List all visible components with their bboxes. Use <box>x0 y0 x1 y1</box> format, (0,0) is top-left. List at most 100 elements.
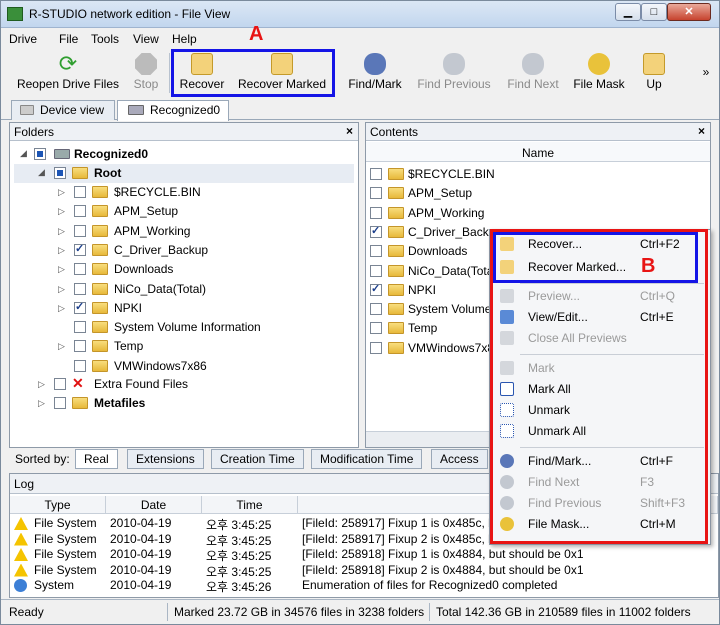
tree-folder-item[interactable]: ▷NPKI <box>14 299 354 318</box>
name-column-header[interactable]: Name <box>366 142 710 162</box>
expand-icon[interactable]: ▷ <box>38 398 45 409</box>
expand-icon[interactable]: ▷ <box>58 264 65 275</box>
menu-drive[interactable]: Drive <box>9 32 37 46</box>
tab-recognized0[interactable]: Recognized0 <box>117 100 229 121</box>
tree-folder-item[interactable]: ▷ Downloads <box>14 260 354 279</box>
log-col-date[interactable]: Date <box>106 496 202 514</box>
expand-icon[interactable]: ▷ <box>38 379 45 390</box>
checkbox[interactable] <box>370 187 382 200</box>
sort-tab-extensions[interactable]: Extensions <box>127 449 204 469</box>
tab-device-view[interactable]: Device view <box>11 100 115 120</box>
expand-icon[interactable]: ▷ <box>58 245 65 256</box>
checkbox[interactable] <box>370 168 382 180</box>
sort-tab-creation-time[interactable]: Creation Time <box>211 449 304 469</box>
log-col-time[interactable]: Time <box>202 496 298 514</box>
warning-icon <box>14 548 28 561</box>
content-item[interactable]: APM_Setup <box>368 184 708 203</box>
tree-folder-item[interactable]: ▷ $RECYCLE.BIN <box>14 183 354 202</box>
log-row[interactable]: File System 2010-04-19 오후 3:45:25 [FileId: … <box>10 547 716 563</box>
log-row[interactable]: System 2010-04-19 오후 3:45:26 Enumeration of… <box>10 578 716 594</box>
tree-folder-item[interactable]: System Volume Information <box>14 318 354 337</box>
expand-icon[interactable]: ▷ <box>58 284 65 295</box>
menu-help[interactable]: Help <box>172 32 197 46</box>
tree-folder-item[interactable]: ▷C_Driver_Backup <box>14 241 354 260</box>
sort-tab-real[interactable]: Real <box>75 449 118 469</box>
extra-found-icon: ✕ <box>72 375 84 391</box>
tree-folder-item[interactable]: VMWindows7x86 <box>14 357 354 376</box>
checkbox[interactable] <box>74 242 86 256</box>
checkbox[interactable] <box>74 263 86 276</box>
expand-icon[interactable]: ▷ <box>58 206 65 217</box>
checkbox[interactable] <box>370 341 382 354</box>
menu-file[interactable]: File <box>59 32 78 46</box>
checkbox[interactable] <box>370 245 382 258</box>
content-item[interactable]: $RECYCLE.BIN <box>368 165 708 184</box>
tree-folder-item[interactable]: ▷ NiCo_Data(Total) <box>14 280 354 299</box>
stop-button[interactable]: Stop <box>129 51 163 95</box>
folder-icon <box>388 303 404 316</box>
checkbox[interactable] <box>74 282 86 295</box>
reopen-drive-files-button[interactable]: ⟳ Reopen Drive Files <box>15 51 121 95</box>
up-button[interactable]: Up <box>641 51 667 95</box>
collapse-icon[interactable]: ◢ <box>38 167 45 178</box>
expand-icon[interactable]: ▷ <box>58 187 65 198</box>
checkbox[interactable] <box>370 264 382 277</box>
toolbar-separator <box>169 53 170 93</box>
close-button[interactable]: ✕ <box>667 3 711 21</box>
tree-extra-found-files[interactable]: ▷ ✕ Extra Found Files <box>14 375 354 394</box>
checkbox[interactable] <box>370 322 382 335</box>
file-mask-button[interactable]: File Mask <box>570 51 628 95</box>
device-icon <box>20 105 34 115</box>
sort-tab-access[interactable]: Access <box>431 449 488 469</box>
checkbox[interactable] <box>74 205 86 218</box>
folder-icon <box>72 167 88 179</box>
checkbox[interactable] <box>54 167 66 179</box>
maximize-button[interactable]: □ <box>641 3 667 21</box>
checkbox[interactable] <box>74 186 86 198</box>
checkbox[interactable] <box>74 359 86 372</box>
expand-icon[interactable]: ▷ <box>58 226 65 237</box>
checkbox[interactable] <box>370 303 382 316</box>
status-marked: Marked 23.72 GB in 34576 files in 3238 f… <box>167 603 424 621</box>
status-ready: Ready <box>9 605 44 619</box>
tree-folder-item[interactable]: ▷ APM_Setup <box>14 202 354 221</box>
folder-icon <box>92 224 108 237</box>
checkbox[interactable] <box>370 224 382 238</box>
checkbox[interactable] <box>370 282 382 296</box>
tree-folder-item[interactable]: ▷ APM_Working <box>14 222 354 241</box>
find-next-button[interactable]: Find Next <box>504 51 562 95</box>
checkbox[interactable] <box>34 148 46 160</box>
minimize-button[interactable]: ▁ <box>615 3 641 21</box>
toolbar-overflow-icon[interactable]: » <box>699 65 713 81</box>
annotation-label-a: A <box>249 23 264 45</box>
checkbox[interactable] <box>74 300 86 314</box>
tree-metafiles[interactable]: ▷ Metafiles <box>14 394 354 413</box>
find-mark-button[interactable]: Find/Mark <box>345 51 405 95</box>
find-previous-button[interactable]: Find Previous <box>415 51 493 95</box>
checkbox[interactable] <box>74 321 86 334</box>
folders-header: Folders × <box>10 123 358 141</box>
folder-icon <box>92 340 108 353</box>
menu-tools[interactable]: Tools <box>91 32 119 46</box>
checkbox[interactable] <box>74 224 86 237</box>
warning-icon <box>14 532 28 546</box>
expand-icon[interactable]: ▷ <box>58 341 65 352</box>
collapse-icon[interactable]: ◢ <box>20 148 27 159</box>
checkbox[interactable] <box>370 206 382 219</box>
folder-up-icon <box>643 53 665 75</box>
log-row[interactable]: File System 2010-04-19 오후 3:45:25 [FileId: … <box>10 563 716 579</box>
checkbox[interactable] <box>54 378 66 390</box>
sort-tab-modification-time[interactable]: Modification Time <box>311 449 423 469</box>
content-item[interactable]: APM_Working <box>368 204 708 223</box>
tree-folder-item[interactable]: ▷ Temp <box>14 337 354 356</box>
close-folders-icon[interactable]: × <box>346 124 353 138</box>
tree-root-recognized[interactable]: ◢ Recognized0 <box>14 145 354 164</box>
menu-bar: Drive File Tools View Help <box>1 29 719 49</box>
tree-root-folder[interactable]: ◢ Root <box>14 164 354 183</box>
checkbox[interactable] <box>54 397 66 409</box>
close-contents-icon[interactable]: × <box>698 124 705 138</box>
menu-view[interactable]: View <box>133 32 159 46</box>
expand-icon[interactable]: ▷ <box>58 303 65 314</box>
checkbox[interactable] <box>74 340 86 353</box>
log-col-type[interactable]: Type <box>10 496 106 514</box>
